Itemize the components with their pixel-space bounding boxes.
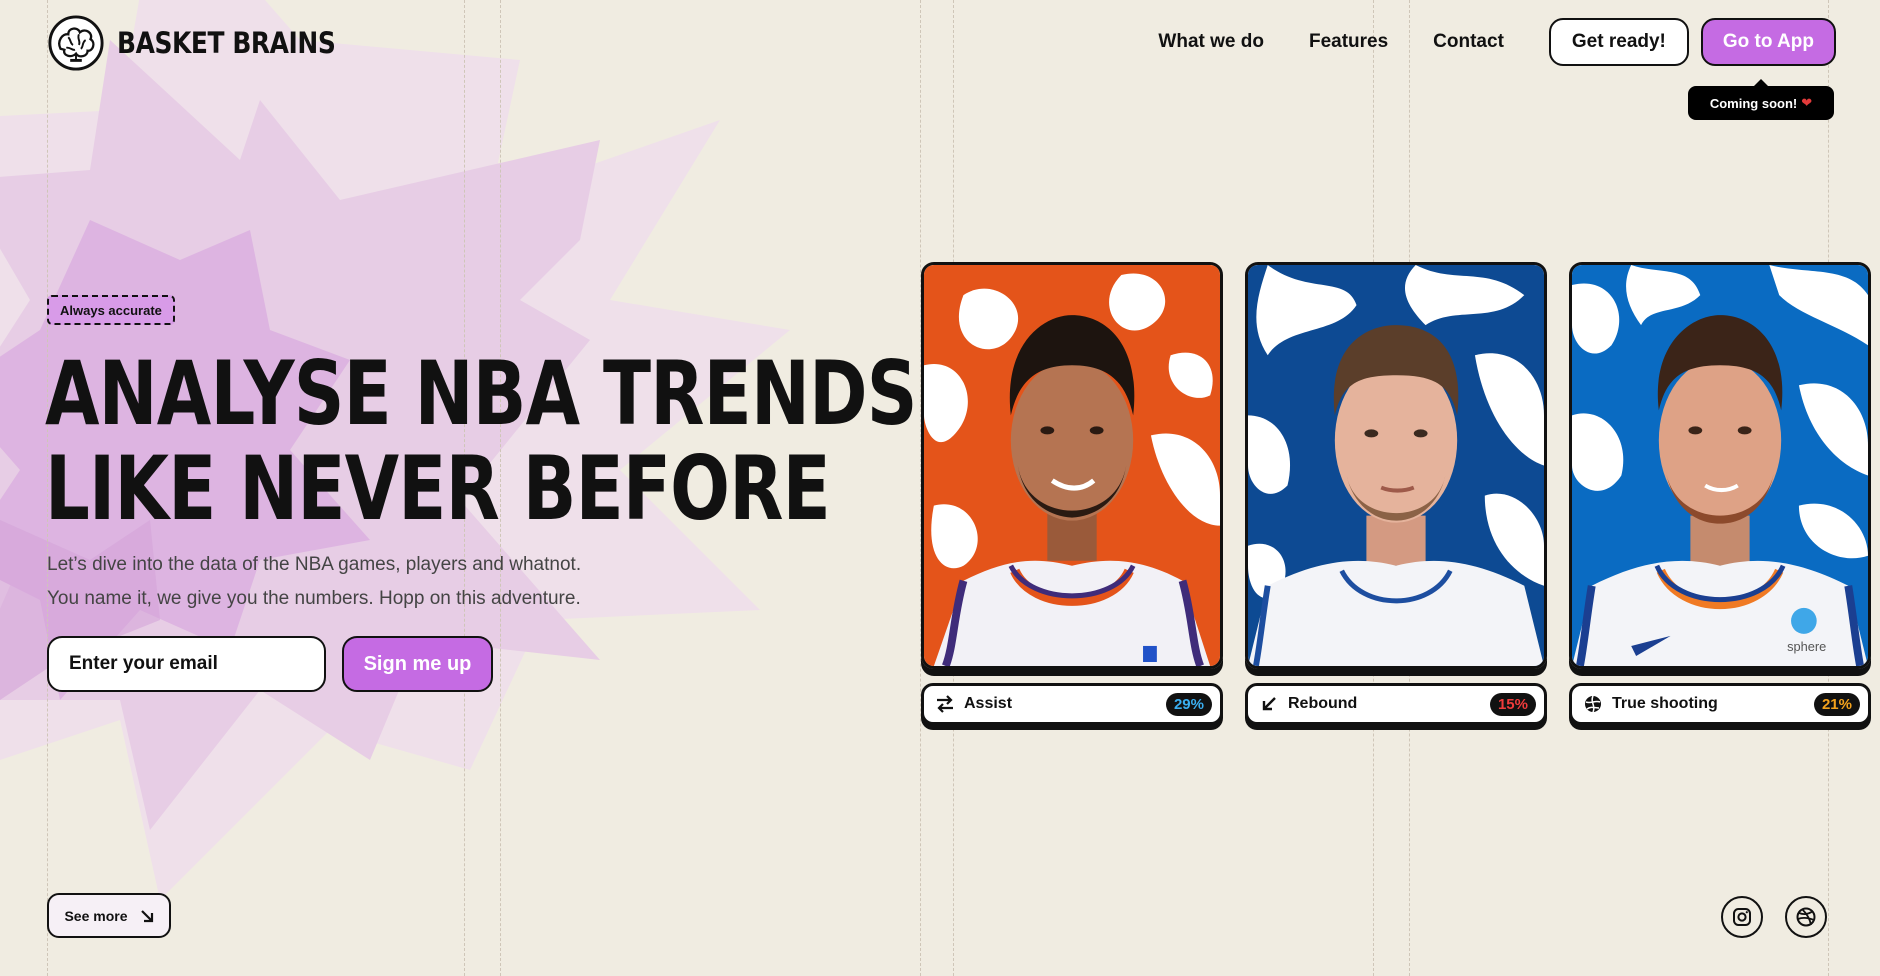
get-ready-button[interactable]: Get ready! xyxy=(1548,18,1689,66)
page-title: ANALYSE NBA TRENDS LIKE NEVER BEFORE xyxy=(45,346,917,536)
main-nav: What we do Features Contact Get ready! G… xyxy=(1158,18,1836,66)
player-card-1[interactable] xyxy=(921,262,1223,669)
see-more-label: See more xyxy=(64,907,128,924)
subtitle-line-1: Let’s dive into the data of the NBA game… xyxy=(47,554,582,575)
stat-label: True shooting xyxy=(1612,695,1718,712)
headline-line-2: LIKE NEVER BEFORE xyxy=(45,437,831,540)
player-card-3[interactable]: sphere xyxy=(1569,262,1871,669)
nav-contact[interactable]: Contact xyxy=(1433,31,1504,53)
nav-features[interactable]: Features xyxy=(1309,31,1388,53)
heart-icon: ❤ xyxy=(1801,95,1813,110)
subtitle-line-2: You name it, we give you the numbers. Ho… xyxy=(47,588,581,609)
jersey-sponsor-text: sphere xyxy=(1787,639,1826,654)
player-photo xyxy=(1248,265,1544,666)
basketball-icon xyxy=(1582,693,1604,715)
go-to-app-button[interactable]: Go to App xyxy=(1700,18,1836,66)
stat-bar-rebound: Rebound 15% xyxy=(1245,683,1547,725)
arrow-down-right-icon xyxy=(140,909,153,922)
stat-value: 29% xyxy=(1165,692,1212,716)
stat-bar-assist: Assist 29% xyxy=(921,683,1223,725)
dribbble-icon xyxy=(1796,907,1816,927)
sign-me-up-button[interactable]: Sign me up xyxy=(342,636,493,692)
arrow-down-left-icon xyxy=(1258,693,1280,715)
stat-label: Assist xyxy=(964,695,1013,712)
player-photo: sphere xyxy=(1572,265,1868,666)
see-more-button[interactable]: See more xyxy=(47,893,171,938)
player-photo xyxy=(924,265,1220,666)
tooltip-text: Coming soon! xyxy=(1709,95,1798,111)
instagram-button[interactable] xyxy=(1721,896,1763,938)
stat-bar-true-shooting: True shooting 21% xyxy=(1569,683,1871,725)
stat-value: 21% xyxy=(1813,692,1860,716)
hero-subtitle: Let’s dive into the data of the NBA game… xyxy=(47,548,697,616)
stat-label: Rebound xyxy=(1288,695,1358,712)
instagram-icon xyxy=(1733,908,1751,926)
stat-value: 15% xyxy=(1489,692,1536,716)
nav-what-we-do[interactable]: What we do xyxy=(1158,31,1264,53)
dribbble-button[interactable] xyxy=(1785,896,1827,938)
coming-soon-tooltip: Coming soon! ❤ xyxy=(1688,79,1834,120)
player-card-2[interactable] xyxy=(1245,262,1547,669)
accuracy-badge: Always accurate xyxy=(47,295,175,325)
brain-icon xyxy=(48,15,104,71)
headline-line-1: ANALYSE NBA TRENDS xyxy=(45,342,917,445)
swap-arrows-icon xyxy=(934,693,956,715)
brand-logo[interactable]: BASKET BRAINS xyxy=(47,14,371,72)
email-input[interactable] xyxy=(47,636,326,692)
brand-name: BASKET BRAINS xyxy=(117,26,336,60)
